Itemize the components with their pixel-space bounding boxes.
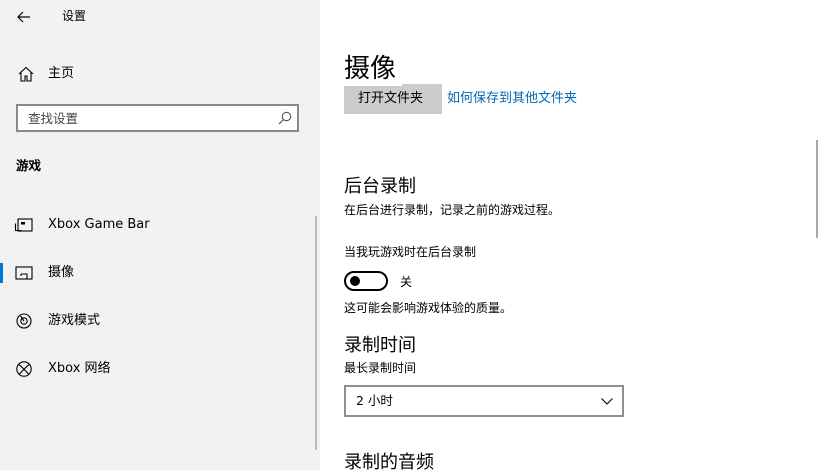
sidebar-item-label: Xbox 网络 [48, 361, 111, 376]
xbox-icon [16, 361, 32, 377]
recorded-audio-heading: 录制的音频 [344, 452, 434, 470]
sidebar-item-label: Xbox Game Bar [48, 217, 150, 232]
back-button[interactable] [8, 3, 40, 31]
sidebar-item-label: 摄像 [48, 265, 75, 280]
settings-window: 设置 主页 游戏 Xbox Game Bar [0, 0, 820, 470]
home-icon [18, 66, 34, 82]
gamebar-icon [14, 218, 33, 232]
background-recording-description: 在后台进行录制，记录之前的游戏过程。 [344, 203, 561, 217]
chevron-down-icon [601, 398, 613, 405]
sidebar-item-capture[interactable]: 摄像 [0, 253, 316, 293]
recording-length-heading: 录制时间 [344, 335, 416, 356]
search-icon [278, 111, 292, 125]
main-content: 摄像 打开文件夹 如何保存到其他文件夹 后台录制 在后台进行录制，记录之前的游戏… [320, 0, 820, 470]
open-folder-button[interactable]: 打开文件夹 [344, 84, 442, 114]
app-title: 设置 [62, 9, 87, 23]
toggle-label: 当我玩游戏时在后台录制 [344, 245, 477, 259]
sidebar-item-xbox-network[interactable]: Xbox 网络 [0, 349, 316, 389]
section-heading: 游戏 [16, 158, 42, 173]
search-box [16, 104, 299, 132]
sidebar-item-home[interactable]: 主页 [0, 58, 320, 90]
search-input[interactable] [18, 106, 278, 130]
capture-icon [15, 266, 33, 280]
gauge-icon [16, 313, 32, 329]
sidebar: 设置 主页 游戏 Xbox Game Bar [0, 0, 320, 470]
page-title: 摄像 [344, 52, 403, 86]
max-recording-label: 最长录制时间 [344, 361, 417, 375]
sidebar-item-xbox-game-bar[interactable]: Xbox Game Bar [0, 205, 316, 245]
background-recording-toggle[interactable] [344, 271, 388, 291]
toggle-knob [350, 276, 360, 286]
toggle-state-label: 关 [400, 275, 413, 289]
sidebar-item-label: 游戏模式 [48, 313, 101, 328]
performance-note: 这可能会影响游戏体验的质量。 [344, 301, 513, 315]
sidebar-item-label: 主页 [48, 66, 75, 81]
back-arrow-icon [17, 11, 30, 23]
help-link[interactable]: 如何保存到其他文件夹 [447, 87, 577, 106]
dropdown-value: 2 小时 [356, 393, 393, 408]
background-recording-heading: 后台录制 [344, 176, 416, 197]
sidebar-item-game-mode[interactable]: 游戏模式 [0, 301, 316, 341]
selection-indicator [0, 263, 3, 283]
max-recording-dropdown[interactable]: 2 小时 [344, 385, 624, 417]
main-scrollbar[interactable] [816, 140, 818, 238]
sidebar-scrollbar[interactable] [315, 216, 317, 450]
folder-row: 打开文件夹 如何保存到其他文件夹 [344, 84, 744, 114]
